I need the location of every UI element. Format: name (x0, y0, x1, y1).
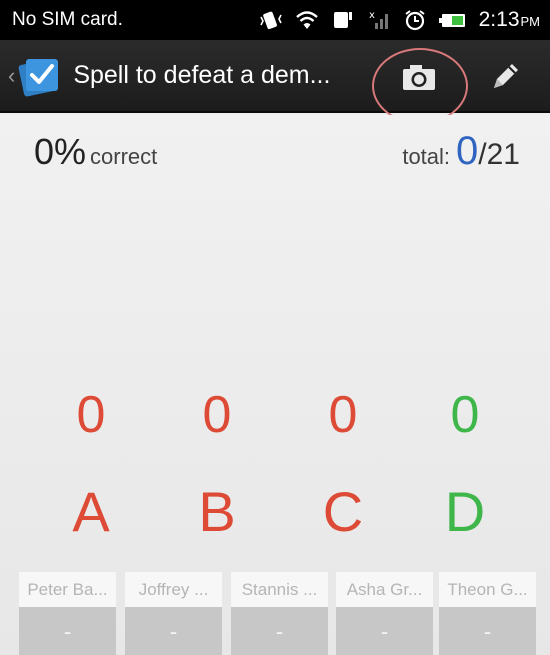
total-separator: / (478, 138, 487, 171)
student-name: Theon G... (439, 572, 536, 607)
student-card[interactable]: Peter Ba... - (19, 572, 116, 655)
percent-value: 0% (34, 131, 87, 172)
clock: 2:13PM (479, 8, 540, 32)
student-card[interactable]: Joffrey ... - (125, 572, 222, 655)
status-icons: x 2:13PM (259, 8, 540, 32)
sync-icon (333, 12, 352, 28)
answer-c-count: 0 (328, 386, 358, 444)
status-bar: No SIM card. x 2:13PM (0, 0, 550, 40)
wifi-icon (295, 11, 318, 29)
student-name: Joffrey ... (125, 572, 222, 607)
total-label: total: (402, 144, 451, 169)
carrier-text: No SIM card. (12, 9, 123, 30)
answer-d-count: 0 (450, 386, 480, 444)
camera-button[interactable] (372, 40, 466, 113)
student-score: - (19, 607, 116, 655)
page-title: Spell to defeat a dem... (73, 61, 331, 89)
back-chevron-icon[interactable]: ‹ (8, 63, 15, 89)
total-max: 21 (486, 138, 520, 171)
correct-label: correct (90, 144, 158, 169)
student-card[interactable]: Asha Gr... - (336, 572, 433, 655)
answer-d-label[interactable]: D (420, 480, 510, 544)
clock-ampm: PM (520, 14, 541, 29)
no-signal-icon: x (369, 10, 388, 29)
svg-text:x: x (369, 10, 375, 21)
answer-b-count: 0 (202, 386, 232, 444)
answer-c-label[interactable]: C (298, 480, 388, 544)
battery-icon (438, 14, 465, 27)
edit-button[interactable] (476, 40, 534, 113)
student-card[interactable]: Stannis ... - (231, 572, 328, 655)
student-name: Stannis ... (231, 572, 328, 607)
camera-icon (403, 64, 435, 90)
answer-b-label[interactable]: B (172, 480, 262, 544)
student-score: - (125, 607, 222, 655)
student-card[interactable]: Theon G... - (439, 572, 536, 655)
clock-time: 2:13 (478, 8, 520, 31)
vibrate-icon (259, 11, 282, 30)
total-responses: total: 0 / 21 (402, 129, 520, 174)
answer-a-count: 0 (76, 386, 106, 444)
app-logo-icon[interactable] (17, 53, 63, 99)
total-count: 0 (456, 129, 479, 173)
percent-correct: 0% correct (34, 131, 157, 173)
student-score: - (231, 607, 328, 655)
student-score: - (439, 607, 536, 655)
action-bar: ‹ Spell to defeat a dem... (0, 40, 550, 113)
pencil-icon (494, 63, 518, 88)
main-content: 0% correct total: 0 / 21 0 0 0 0 A B C D… (0, 115, 550, 655)
alarm-icon (405, 10, 425, 31)
answer-a-label[interactable]: A (46, 480, 136, 544)
student-name: Asha Gr... (336, 572, 433, 607)
student-score: - (336, 607, 433, 655)
student-name: Peter Ba... (19, 572, 116, 607)
